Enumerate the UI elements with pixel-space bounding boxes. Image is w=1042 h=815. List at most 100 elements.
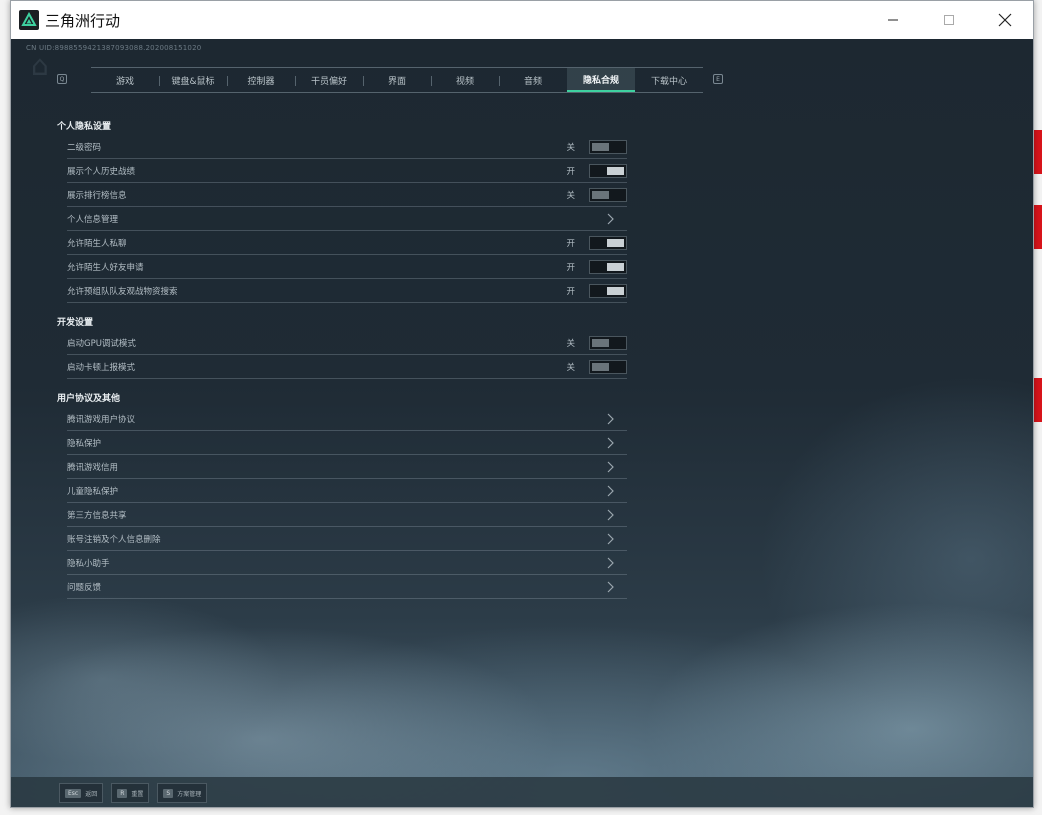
hint-key: R xyxy=(117,788,128,798)
setting-label: 第三方信息共享 xyxy=(67,510,127,521)
setting-label: 腾讯游戏信用 xyxy=(67,462,119,473)
close-button[interactable] xyxy=(977,1,1033,39)
chevron-right-icon xyxy=(607,556,617,570)
chevron-right-icon xyxy=(607,412,617,426)
toggle-knob xyxy=(607,286,624,295)
window-title: 三角洲行动 xyxy=(45,11,121,30)
settings-panel: 个人隐私设置 二级密码关展示个人历史战绩开展示排行榜信息关个人信息管理 允许陌生人… xyxy=(57,119,627,599)
settings-tab-bar: 游戏 键盘&鼠标 控制器 干员偏好 界面 视频 音频 隐私合规 下载中心 xyxy=(91,67,703,93)
setting-label: 儿童隐私保护 xyxy=(67,486,119,497)
game-window: 三角洲行动 ⌂ CN UID:8988559421387093088.20200… xyxy=(10,0,1034,808)
prev-tab-key[interactable]: Q xyxy=(57,74,67,84)
setting-row[interactable]: 二级密码 关 xyxy=(67,135,627,159)
close-icon xyxy=(998,13,1012,27)
next-tab-key[interactable]: E xyxy=(713,74,723,84)
setting-label: 隐私保护 xyxy=(67,438,102,449)
setting-row[interactable]: 隐私保护 xyxy=(67,431,627,455)
tab-video[interactable]: 视频 xyxy=(431,68,499,92)
title-bar[interactable]: 三角洲行动 xyxy=(11,1,1033,39)
chevron-right-icon xyxy=(607,508,617,522)
setting-row[interactable]: 启动GPU调试模式 关 xyxy=(67,331,627,355)
toggle-knob xyxy=(607,238,624,247)
toggle-state-text: 开 xyxy=(566,238,575,249)
tab-download-center[interactable]: 下载中心 xyxy=(635,68,703,92)
toggle-knob xyxy=(592,190,609,199)
setting-row[interactable]: 个人信息管理 xyxy=(67,207,627,231)
toggle-switch[interactable] xyxy=(589,335,627,350)
chevron-right-icon xyxy=(607,484,617,498)
chevron-right-icon xyxy=(607,580,617,594)
setting-row[interactable]: 第三方信息共享 xyxy=(67,503,627,527)
tab-operator-preference[interactable]: 干员偏好 xyxy=(295,68,363,92)
setting-row[interactable]: 腾讯游戏用户协议 xyxy=(67,407,627,431)
setting-label: 隐私小助手 xyxy=(67,558,110,569)
toggle-switch[interactable] xyxy=(589,163,627,178)
toggle-state-text: 开 xyxy=(566,166,575,177)
tab-keyboard-mouse[interactable]: 键盘&鼠标 xyxy=(159,68,227,92)
setting-row[interactable]: 问题反馈 xyxy=(67,575,627,599)
chevron-right-icon xyxy=(607,436,617,450)
toggle-switch[interactable] xyxy=(589,187,627,202)
toggle-knob xyxy=(592,142,609,151)
toggle-knob xyxy=(607,166,624,175)
hint-label: 方案管理 xyxy=(177,790,202,798)
toggle-switch[interactable] xyxy=(589,235,627,250)
bottom-hint-bar: Esc 返回 R 重置 S 方案管理 xyxy=(11,777,1033,807)
app-logo-icon xyxy=(19,10,39,30)
maximize-icon xyxy=(944,15,954,25)
background-logo-icon: ⌂ xyxy=(31,49,49,82)
minimize-icon xyxy=(888,19,898,21)
toggle-knob xyxy=(592,338,609,347)
setting-row[interactable]: 启动卡顿上报模式 关 xyxy=(67,355,627,379)
toggle-state-text: 开 xyxy=(566,262,575,273)
toggle-state-text: 关 xyxy=(566,362,575,373)
setting-row[interactable]: 允许陌生人好友申请 开 xyxy=(67,255,627,279)
toggle-state-text: 开 xyxy=(566,286,575,297)
setting-label: 问题反馈 xyxy=(67,582,102,593)
tab-audio[interactable]: 音频 xyxy=(499,68,567,92)
setting-row[interactable]: 腾讯游戏信用 xyxy=(67,455,627,479)
section-title-privacy: 个人隐私设置 xyxy=(57,122,112,132)
minimize-button[interactable] xyxy=(865,1,921,39)
toggle-knob xyxy=(607,262,624,271)
tab-game[interactable]: 游戏 xyxy=(91,68,159,92)
setting-row[interactable]: 账号注销及个人信息删除 xyxy=(67,527,627,551)
toggle-switch[interactable] xyxy=(589,139,627,154)
chevron-right-icon xyxy=(607,460,617,474)
section-title-agreements: 用户协议及其他 xyxy=(57,394,121,404)
setting-row[interactable]: 儿童隐私保护 xyxy=(67,479,627,503)
hint-label: 重置 xyxy=(131,790,144,798)
tab-interface[interactable]: 界面 xyxy=(363,68,431,92)
setting-label: 个人信息管理 xyxy=(67,214,119,225)
setting-label: 账号注销及个人信息删除 xyxy=(67,534,161,545)
toggle-switch[interactable] xyxy=(589,259,627,274)
hint-key: Esc xyxy=(65,788,82,798)
setting-row[interactable]: 展示排行榜信息 关 xyxy=(67,183,627,207)
hint-reset[interactable]: R 重置 xyxy=(111,783,150,803)
chevron-right-icon xyxy=(607,532,617,546)
tab-privacy-compliance[interactable]: 隐私合规 xyxy=(567,68,635,92)
toggle-state-text: 关 xyxy=(566,190,575,201)
uid-text: CN UID:8988559421387093088.202008151020 xyxy=(26,44,202,52)
setting-label: 启动卡顿上报模式 xyxy=(67,362,136,373)
hint-label: 返回 xyxy=(85,790,98,798)
setting-row[interactable]: 展示个人历史战绩 开 xyxy=(67,159,627,183)
setting-label: 启动GPU调试模式 xyxy=(67,338,136,349)
setting-label: 腾讯游戏用户协议 xyxy=(67,414,136,425)
setting-label: 二级密码 xyxy=(67,142,102,153)
hint-back[interactable]: Esc 返回 xyxy=(59,783,104,803)
setting-label: 展示排行榜信息 xyxy=(67,190,127,201)
setting-row[interactable]: 隐私小助手 xyxy=(67,551,627,575)
section-title-dev: 开发设置 xyxy=(57,318,94,328)
hint-scheme[interactable]: S 方案管理 xyxy=(157,783,208,803)
tab-controller[interactable]: 控制器 xyxy=(227,68,295,92)
setting-label: 允许陌生人私聊 xyxy=(67,238,127,249)
setting-row[interactable]: 允许预组队队友观战物资搜索 开 xyxy=(67,279,627,303)
toggle-switch[interactable] xyxy=(589,283,627,298)
setting-label: 允许陌生人好友申请 xyxy=(67,262,144,273)
toggle-switch[interactable] xyxy=(589,359,627,374)
toggle-state-text: 关 xyxy=(566,338,575,349)
game-area: ⌂ CN UID:8988559421387093088.20200815102… xyxy=(11,39,1033,807)
setting-row[interactable]: 允许陌生人私聊 开 xyxy=(67,231,627,255)
maximize-button[interactable] xyxy=(921,1,977,39)
